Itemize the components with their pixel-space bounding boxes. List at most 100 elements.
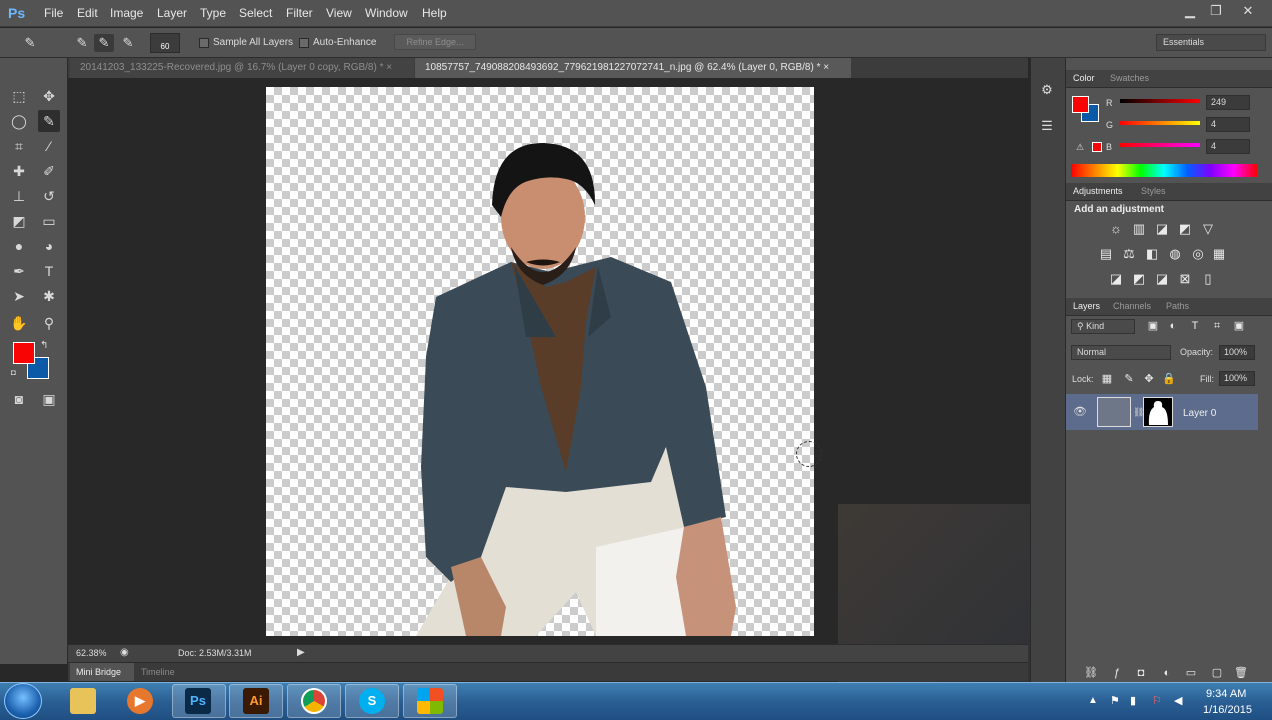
fill-value[interactable]: 100% bbox=[1219, 371, 1255, 386]
add-to-selection-brush-icon[interactable]: ✎ bbox=[94, 34, 114, 52]
eraser-tool-icon[interactable]: ◩ bbox=[8, 210, 30, 232]
pen-tool-icon[interactable]: ✒ bbox=[8, 260, 30, 282]
dodge-tool-icon[interactable]: ◕ bbox=[38, 235, 60, 257]
tray-network-icon[interactable]: ⚑ bbox=[1110, 694, 1120, 707]
delete-layer-icon[interactable]: 🗑 bbox=[1232, 664, 1250, 682]
quick-mask-icon[interactable]: ◙ bbox=[8, 388, 30, 410]
g-value[interactable]: 4 bbox=[1206, 117, 1250, 132]
g-slider[interactable] bbox=[1120, 121, 1200, 125]
clock-time[interactable]: 9:34 AM bbox=[1206, 688, 1246, 700]
add-mask-icon[interactable]: ◘ bbox=[1132, 664, 1150, 682]
tab-layers[interactable]: Layers bbox=[1073, 301, 1100, 311]
r-slider[interactable] bbox=[1120, 99, 1200, 103]
foreground-color-swatch[interactable] bbox=[13, 342, 35, 364]
tool-preset-icon[interactable]: ✎ bbox=[20, 34, 40, 52]
filter-smart-object-icon[interactable]: ▣ bbox=[1230, 317, 1248, 335]
new-selection-brush-icon[interactable]: ✎ bbox=[72, 34, 92, 52]
menu-image[interactable]: Image bbox=[110, 6, 143, 20]
tray-volume-icon[interactable]: ◀ bbox=[1174, 694, 1182, 707]
marquee-tool-icon[interactable]: ⬚ bbox=[8, 85, 30, 107]
new-group-icon[interactable]: ▭ bbox=[1182, 664, 1200, 682]
b-value[interactable]: 4 bbox=[1206, 139, 1250, 154]
filter-shape-icon[interactable]: ⌗ bbox=[1208, 317, 1226, 335]
threshold-icon[interactable]: ◪ bbox=[1153, 270, 1171, 288]
tab-mini-bridge[interactable]: Mini Bridge bbox=[70, 663, 134, 681]
screen-mode-icon[interactable]: ▣ bbox=[38, 388, 60, 410]
vibrance-icon[interactable]: ▽ bbox=[1199, 220, 1217, 238]
clock-date[interactable]: 1/16/2015 bbox=[1203, 704, 1252, 716]
opacity-value[interactable]: 100% bbox=[1219, 345, 1255, 360]
start-button[interactable] bbox=[4, 683, 42, 719]
zoom-level[interactable]: 62.38% bbox=[76, 648, 107, 658]
sample-all-layers-checkbox[interactable] bbox=[199, 38, 209, 48]
lock-image-icon[interactable]: ✎ bbox=[1120, 370, 1138, 388]
tab-channels[interactable]: Channels bbox=[1113, 301, 1151, 311]
blur-tool-icon[interactable]: ● bbox=[8, 235, 30, 257]
brightness-contrast-icon[interactable]: ☼ bbox=[1107, 220, 1125, 238]
close-tab-icon[interactable]: × bbox=[823, 62, 829, 73]
hue-saturation-icon[interactable]: ▤ bbox=[1097, 245, 1115, 263]
brush-tool-icon[interactable]: ✐ bbox=[38, 160, 60, 182]
tab-document-2[interactable]: 10857757_749088208493692_779621981227072… bbox=[415, 58, 851, 78]
tab-styles[interactable]: Styles bbox=[1141, 186, 1166, 196]
move-tool-icon[interactable]: ✥ bbox=[38, 85, 60, 107]
tray-arrow-icon[interactable]: ▲ bbox=[1088, 695, 1098, 706]
close-window-button[interactable]: ✕ bbox=[1236, 2, 1260, 20]
gamut-swatch[interactable] bbox=[1092, 142, 1102, 152]
lasso-tool-icon[interactable]: ◯ bbox=[8, 110, 30, 132]
tab-document-1[interactable]: 20141203_133225-Recovered.jpg @ 16.7% (L… bbox=[70, 58, 414, 78]
menu-help[interactable]: Help bbox=[422, 6, 447, 20]
tab-swatches[interactable]: Swatches bbox=[1110, 73, 1149, 83]
lock-position-icon[interactable]: ✥ bbox=[1140, 370, 1158, 388]
lock-all-icon[interactable]: 🔒 bbox=[1160, 370, 1178, 388]
subtract-selection-brush-icon[interactable]: ✎ bbox=[118, 34, 138, 52]
type-tool-icon[interactable]: T bbox=[38, 260, 60, 282]
link-layers-icon[interactable]: ⛓ bbox=[1082, 664, 1100, 682]
clone-stamp-tool-icon[interactable]: ⊥ bbox=[8, 185, 30, 207]
menu-filter[interactable]: Filter bbox=[286, 6, 313, 20]
new-layer-icon[interactable]: ▢ bbox=[1208, 664, 1226, 682]
crop-tool-icon[interactable]: ⌗ bbox=[8, 135, 30, 157]
zoom-tool-icon[interactable]: ⚲ bbox=[38, 312, 60, 334]
menu-edit[interactable]: Edit bbox=[77, 6, 98, 20]
photo-filter-icon[interactable]: ◍ bbox=[1166, 245, 1184, 263]
history-brush-tool-icon[interactable]: ↺ bbox=[38, 185, 60, 207]
default-colors-icon[interactable]: ◘ bbox=[11, 368, 16, 377]
status-menu-arrow-icon[interactable]: ▶ bbox=[297, 647, 305, 658]
levels-icon[interactable]: ▥ bbox=[1130, 220, 1148, 238]
filter-type-icon[interactable]: T bbox=[1186, 317, 1204, 335]
custom-shape-tool-icon[interactable]: ✱ bbox=[38, 285, 60, 307]
tab-timeline[interactable]: Timeline bbox=[141, 667, 175, 677]
invert-icon[interactable]: ◪ bbox=[1107, 270, 1125, 288]
panel-foreground-swatch[interactable] bbox=[1072, 96, 1089, 113]
tray-battery-icon[interactable]: ▮ bbox=[1130, 694, 1136, 707]
history-panel-icon[interactable]: ⚙ bbox=[1037, 82, 1057, 102]
tab-paths[interactable]: Paths bbox=[1166, 301, 1189, 311]
black-white-icon[interactable]: ◧ bbox=[1143, 245, 1161, 263]
hand-tool-icon[interactable]: ✋ bbox=[8, 312, 30, 334]
r-value[interactable]: 249 bbox=[1206, 95, 1250, 110]
tab-adjustments[interactable]: Adjustments bbox=[1073, 186, 1123, 196]
filter-adjustment-icon[interactable]: ◐ bbox=[1164, 317, 1182, 335]
curves-icon[interactable]: ◪ bbox=[1153, 220, 1171, 238]
menu-select[interactable]: Select bbox=[239, 6, 272, 20]
swap-colors-icon[interactable]: ↰ bbox=[40, 340, 48, 351]
posterize-icon[interactable]: ◩ bbox=[1130, 270, 1148, 288]
minimize-button[interactable]: ▁ bbox=[1178, 2, 1202, 20]
path-selection-tool-icon[interactable]: ➤ bbox=[8, 285, 30, 307]
refine-edge-button[interactable]: Refine Edge... bbox=[394, 34, 476, 50]
properties-panel-icon[interactable]: ☰ bbox=[1037, 118, 1057, 138]
layer-style-fx-icon[interactable]: ƒ bbox=[1108, 664, 1126, 682]
tray-flag-icon[interactable]: ⚐ bbox=[1152, 694, 1162, 707]
exposure-icon[interactable]: ◩ bbox=[1176, 220, 1194, 238]
new-adjustment-layer-icon[interactable]: ◐ bbox=[1158, 664, 1176, 682]
menu-layer[interactable]: Layer bbox=[157, 6, 187, 20]
eyedropper-tool-icon[interactable]: ⁄ bbox=[38, 135, 60, 157]
gradient-map-icon[interactable]: ▯ bbox=[1199, 270, 1217, 288]
menu-file[interactable]: File bbox=[44, 6, 63, 20]
gradient-tool-icon[interactable]: ▭ bbox=[38, 210, 60, 232]
brush-size-picker[interactable]: 60 bbox=[150, 33, 180, 53]
color-lookup-icon[interactable]: ▦ bbox=[1210, 245, 1228, 263]
healing-brush-tool-icon[interactable]: ✚ bbox=[8, 160, 30, 182]
filter-pixel-icon[interactable]: ▣ bbox=[1144, 317, 1162, 335]
